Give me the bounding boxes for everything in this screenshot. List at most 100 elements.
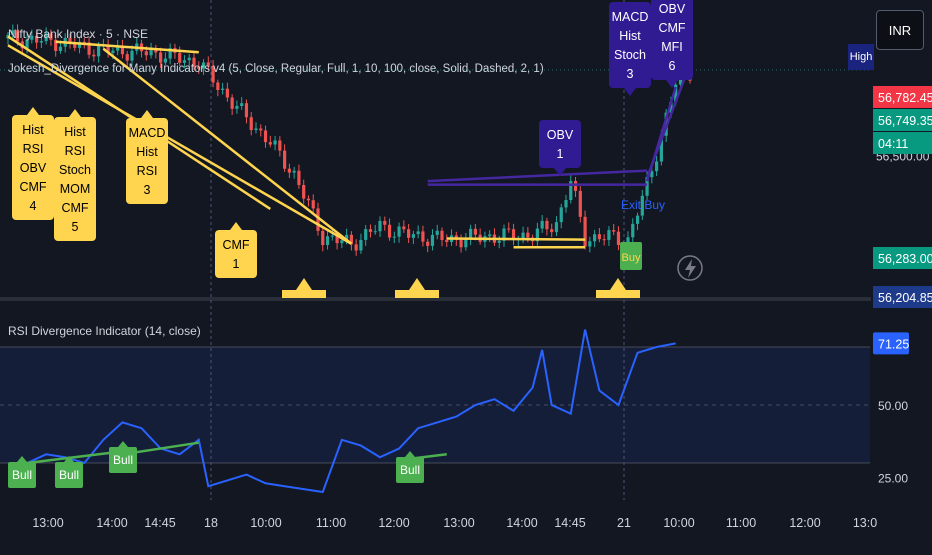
candle-body	[144, 51, 148, 56]
time-tick-label: 12:00	[378, 516, 409, 530]
bull-label-3-pointer	[141, 110, 153, 118]
bull-label-1-pointer	[27, 107, 39, 115]
candle-body	[359, 239, 363, 251]
bull-label-3-text: 3	[144, 183, 151, 197]
bull-label-1-text: OBV	[20, 161, 47, 175]
symbol-title[interactable]: Nifty Bank Index · 5 · NSE	[8, 27, 148, 41]
candle-body	[392, 236, 396, 238]
candle-body	[597, 234, 601, 240]
rsi-bull-label: Bull	[59, 468, 79, 482]
candle-body	[612, 230, 616, 232]
candle-body	[397, 226, 401, 237]
indicator1-title[interactable]: Jokesh_Divergence for Many Indicators v4…	[8, 63, 544, 75]
bull-label-2-text: MOM	[60, 182, 91, 196]
time-tick-label: 12:00	[789, 516, 820, 530]
time-tick-label: 14:45	[144, 516, 175, 530]
candle-body	[426, 241, 430, 246]
bull-label-2: Hist RSI Stoch MOM CMF 5	[54, 109, 96, 241]
candle-body	[259, 128, 263, 131]
candle-body	[97, 45, 101, 57]
candle-body	[159, 52, 163, 63]
chart-stage: Hist RSI OBV CMF 4 Hist RSI Stoch MOM CMF 5 MACD His…	[0, 0, 932, 550]
candle-body	[564, 200, 568, 208]
candle-body	[421, 231, 425, 242]
candle-body	[297, 170, 301, 186]
candle-body	[378, 220, 382, 232]
candle-body	[602, 239, 606, 241]
candle-body	[631, 223, 635, 238]
candle-body	[283, 150, 287, 169]
time-tick-label: 11:00	[316, 516, 346, 530]
time-tick-label: 13:00	[32, 516, 63, 530]
rsi-bull-label: Bull	[113, 453, 133, 467]
candle-body	[216, 82, 220, 90]
price-tag-label: 56,204.85	[878, 291, 932, 305]
bull-label-4: CMF 1	[215, 222, 257, 278]
bull-label-3: MACD Hist RSI 3	[126, 110, 168, 204]
candle-body	[383, 220, 387, 225]
bear-label-1-text: OBV	[547, 128, 574, 142]
currency-button[interactable]: INR	[876, 10, 924, 50]
bear-label-2: MACD Hist Stoch 3	[609, 2, 651, 96]
time-tick-label: 21	[617, 516, 631, 530]
candle-body	[635, 215, 640, 224]
candle-body	[244, 103, 249, 118]
time-tick-label: 14:00	[96, 516, 127, 530]
bull-label-1: Hist RSI OBV CMF 4	[12, 107, 54, 220]
bull-label-2-text: RSI	[65, 144, 86, 158]
bear-divergence-line	[645, 76, 687, 179]
candle-body	[39, 41, 43, 43]
candle-body	[507, 228, 511, 230]
bull-label-3-text: RSI	[137, 164, 158, 178]
candle-body	[340, 240, 344, 244]
candle-body	[407, 229, 411, 238]
candle-body	[655, 161, 659, 172]
candle-body	[616, 231, 621, 245]
candle-body	[497, 240, 501, 243]
candle-body	[306, 198, 311, 201]
candle-body	[325, 236, 330, 246]
high-tag: High	[848, 44, 874, 70]
bear-label-2-text: Hist	[619, 29, 641, 43]
chart-canvas[interactable]: Hist RSI OBV CMF 4 Hist RSI Stoch MOM CMF 5 MACD His…	[0, 0, 932, 550]
indicator2-title[interactable]: RSI Divergence Indicator (14, close)	[8, 324, 201, 338]
time-tick-label: 18	[204, 516, 218, 530]
candle-body	[302, 185, 306, 199]
candle-body	[187, 57, 191, 61]
candle-body	[240, 103, 244, 106]
candle-body	[526, 232, 530, 238]
candle-body	[573, 181, 578, 191]
candle-body	[373, 231, 377, 233]
bear-label-3-text: 6	[669, 59, 676, 73]
bull-label-4-text: CMF	[222, 238, 249, 252]
bull-label-1-text: CMF	[19, 180, 46, 194]
candle-body	[402, 226, 406, 230]
bear-label-2-text: 3	[627, 67, 634, 81]
time-tick-label: 11:00	[726, 516, 756, 530]
bear-divergence-line	[427, 169, 648, 183]
bull-marker-base	[395, 290, 439, 298]
candle-body	[249, 117, 253, 131]
bear-label-3-text: OBV	[659, 2, 686, 16]
rsi-value-label: 71.25	[878, 337, 909, 351]
candle-body	[221, 88, 225, 90]
price-tag-label: 04:11	[878, 137, 908, 151]
bull-label-2-text: Hist	[64, 125, 86, 139]
exit-buy-signal: Exit Buy	[621, 198, 665, 212]
rsi-bull-label: Bull	[400, 463, 420, 477]
candle-body	[130, 50, 134, 61]
candle-body	[111, 50, 115, 53]
buy-signal: Buy	[622, 252, 641, 264]
candle-body	[473, 228, 477, 235]
candle-body	[559, 207, 563, 223]
bull-label-2-text: 5	[72, 220, 79, 234]
rsi-tick-label: 50.00	[878, 399, 908, 413]
rsi-bull-label: Bull	[12, 468, 32, 482]
candle-body	[287, 168, 291, 173]
candle-body	[263, 130, 268, 143]
candle-body	[225, 88, 229, 98]
candle-body	[292, 170, 296, 173]
bull-marker-base	[282, 290, 326, 298]
candle-body	[416, 231, 420, 235]
candle-body	[445, 239, 449, 243]
